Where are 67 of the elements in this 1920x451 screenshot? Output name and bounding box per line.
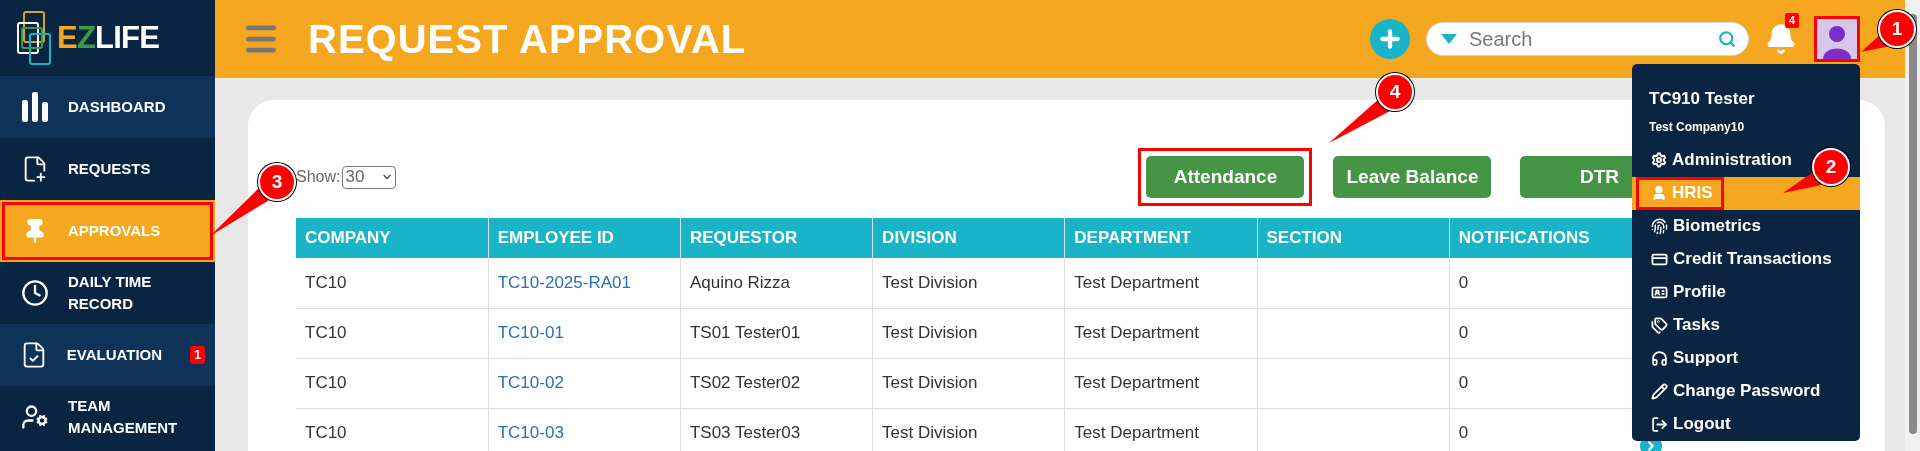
employee-id-link[interactable]: TC10-01 bbox=[497, 323, 564, 343]
column-header: COMPANY bbox=[296, 218, 489, 258]
add-button[interactable] bbox=[1370, 19, 1410, 59]
headphones-icon bbox=[1651, 349, 1668, 367]
tags-icon bbox=[1651, 316, 1668, 334]
table-cell: Test Department bbox=[1074, 373, 1200, 393]
action-button[interactable]: Attendance bbox=[1146, 156, 1305, 198]
bar-chart-icon bbox=[22, 92, 48, 122]
logo-icon bbox=[17, 10, 53, 66]
table-cell: 0 bbox=[1458, 373, 1469, 393]
user-icon bbox=[1651, 185, 1667, 201]
avatar[interactable] bbox=[1814, 16, 1860, 62]
logout-icon bbox=[1651, 415, 1668, 433]
table-cell: Test Department bbox=[1074, 323, 1200, 343]
action-button[interactable]: Leave Balance bbox=[1333, 156, 1492, 198]
table-cell: Test Division bbox=[882, 423, 978, 443]
column-header: EMPLOYEE ID bbox=[488, 218, 681, 258]
caret-down-icon bbox=[1441, 34, 1457, 44]
sidebar-item[interactable]: EVALUATION 1 bbox=[0, 324, 215, 386]
logo-text: EZLIFE bbox=[57, 18, 160, 57]
table-cell: TC10 bbox=[305, 373, 347, 393]
table-cell: TS03 Tester03 bbox=[689, 423, 801, 443]
company-name: Test Company10 bbox=[1648, 118, 1746, 136]
search-input[interactable]: Search bbox=[1469, 24, 1718, 54]
table-cell: Test Department bbox=[1074, 273, 1200, 292]
column-header: SECTION bbox=[1257, 218, 1450, 258]
scrollbar[interactable] bbox=[1905, 0, 1920, 451]
column-header: REQUESTOR bbox=[680, 218, 873, 258]
employee-id-link[interactable]: TC10-2025-RA01 bbox=[497, 273, 631, 292]
notification-badge: 4 bbox=[1785, 13, 1800, 28]
search-icon bbox=[1718, 30, 1736, 48]
table-cell: Aquino Rizza bbox=[689, 273, 791, 292]
column-header: DIVISION bbox=[872, 218, 1065, 258]
menu-item[interactable]: Change Password bbox=[1636, 374, 1832, 408]
page-title: REQUEST APPROVAL bbox=[308, 16, 747, 63]
column-header: DEPARTMENT bbox=[1064, 218, 1257, 258]
menu-item[interactable]: Support bbox=[1636, 341, 1750, 375]
menu-item[interactable]: Profile bbox=[1636, 275, 1737, 309]
employee-id-link[interactable]: TC10-02 bbox=[497, 373, 564, 393]
pencil-icon bbox=[1651, 382, 1668, 400]
table-cell: 0 bbox=[1458, 323, 1469, 343]
user-name: TC910 Tester bbox=[1648, 88, 1756, 110]
table-cell: 0 bbox=[1458, 423, 1469, 443]
table-cell: 0 bbox=[1458, 273, 1469, 292]
fingerprint-icon bbox=[1651, 217, 1668, 235]
plus-icon bbox=[1377, 26, 1403, 52]
page-size-select[interactable]: 30 bbox=[342, 165, 397, 189]
menu-item[interactable]: Logout bbox=[1636, 407, 1742, 441]
menu-item[interactable]: Tasks bbox=[1636, 308, 1731, 342]
sidebar-item[interactable]: DASHBOARD bbox=[0, 76, 215, 138]
table-cell: TS02 Tester02 bbox=[689, 373, 801, 393]
table-cell: TC10 bbox=[305, 323, 347, 343]
table-cell: TC10 bbox=[305, 273, 347, 292]
clock-icon bbox=[21, 279, 49, 307]
table-cell: Test Division bbox=[882, 323, 978, 343]
search-bar[interactable]: Search bbox=[1426, 22, 1749, 56]
count-badge: 1 bbox=[190, 346, 205, 364]
settings-icon bbox=[1651, 152, 1667, 168]
table-cell: TS01 Tester01 bbox=[689, 323, 801, 343]
table-cell: Test Division bbox=[882, 273, 978, 292]
table-cell: Test Division bbox=[882, 373, 978, 393]
show-label: Show: bbox=[296, 167, 341, 187]
table-cell: TC10 bbox=[305, 423, 347, 443]
user-gear-icon bbox=[21, 403, 49, 431]
employee-id-link[interactable]: TC10-03 bbox=[497, 423, 564, 443]
table-cell: Test Department bbox=[1074, 423, 1200, 443]
notification-bell-icon[interactable] bbox=[1765, 23, 1797, 55]
